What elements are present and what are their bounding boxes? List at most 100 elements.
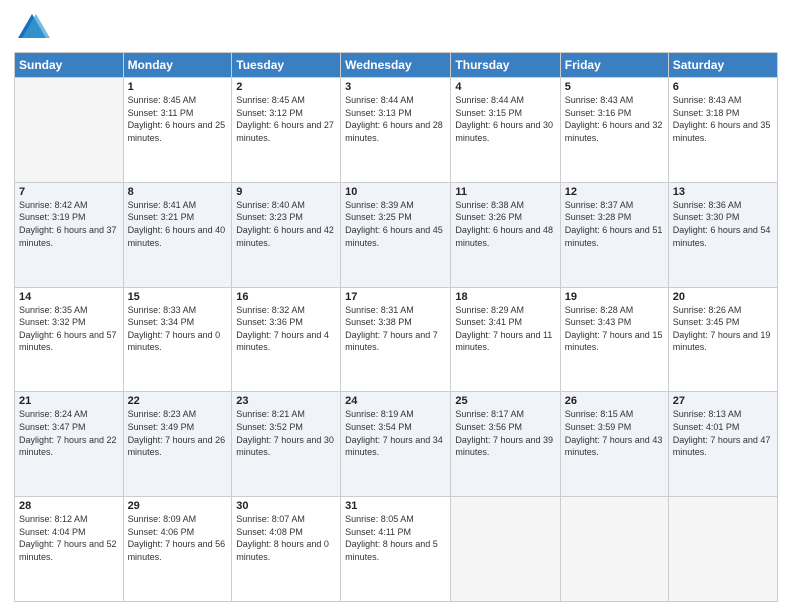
calendar-cell: 20Sunrise: 8:26 AM Sunset: 3:45 PM Dayli…: [668, 287, 777, 392]
day-number: 12: [565, 186, 664, 198]
weekday-header-thursday: Thursday: [451, 53, 560, 78]
calendar-cell: 7Sunrise: 8:42 AM Sunset: 3:19 PM Daylig…: [15, 182, 124, 287]
calendar-cell: 15Sunrise: 8:33 AM Sunset: 3:34 PM Dayli…: [123, 287, 232, 392]
day-info: Sunrise: 8:15 AM Sunset: 3:59 PM Dayligh…: [565, 408, 664, 458]
calendar-table: SundayMondayTuesdayWednesdayThursdayFrid…: [14, 52, 778, 602]
calendar-cell: 31Sunrise: 8:05 AM Sunset: 4:11 PM Dayli…: [341, 497, 451, 602]
day-number: 7: [19, 186, 119, 198]
day-number: 8: [128, 186, 228, 198]
calendar-cell: 29Sunrise: 8:09 AM Sunset: 4:06 PM Dayli…: [123, 497, 232, 602]
day-number: 11: [455, 186, 555, 198]
day-number: 21: [19, 395, 119, 407]
calendar-cell: 8Sunrise: 8:41 AM Sunset: 3:21 PM Daylig…: [123, 182, 232, 287]
day-number: 5: [565, 81, 664, 93]
calendar-cell: 12Sunrise: 8:37 AM Sunset: 3:28 PM Dayli…: [560, 182, 668, 287]
day-info: Sunrise: 8:38 AM Sunset: 3:26 PM Dayligh…: [455, 199, 555, 249]
calendar-week-row: 21Sunrise: 8:24 AM Sunset: 3:47 PM Dayli…: [15, 392, 778, 497]
weekday-header-tuesday: Tuesday: [232, 53, 341, 78]
logo: [14, 10, 54, 46]
day-number: 27: [673, 395, 773, 407]
day-info: Sunrise: 8:32 AM Sunset: 3:36 PM Dayligh…: [236, 304, 336, 354]
calendar-cell: 27Sunrise: 8:13 AM Sunset: 4:01 PM Dayli…: [668, 392, 777, 497]
calendar-cell: 25Sunrise: 8:17 AM Sunset: 3:56 PM Dayli…: [451, 392, 560, 497]
day-number: 3: [345, 81, 446, 93]
calendar-week-row: 28Sunrise: 8:12 AM Sunset: 4:04 PM Dayli…: [15, 497, 778, 602]
calendar-cell: 6Sunrise: 8:43 AM Sunset: 3:18 PM Daylig…: [668, 78, 777, 183]
calendar-cell: 24Sunrise: 8:19 AM Sunset: 3:54 PM Dayli…: [341, 392, 451, 497]
day-info: Sunrise: 8:37 AM Sunset: 3:28 PM Dayligh…: [565, 199, 664, 249]
day-info: Sunrise: 8:23 AM Sunset: 3:49 PM Dayligh…: [128, 408, 228, 458]
weekday-header-saturday: Saturday: [668, 53, 777, 78]
day-info: Sunrise: 8:31 AM Sunset: 3:38 PM Dayligh…: [345, 304, 446, 354]
day-number: 15: [128, 291, 228, 303]
day-number: 18: [455, 291, 555, 303]
day-info: Sunrise: 8:19 AM Sunset: 3:54 PM Dayligh…: [345, 408, 446, 458]
day-number: 22: [128, 395, 228, 407]
day-number: 10: [345, 186, 446, 198]
day-number: 28: [19, 500, 119, 512]
calendar-cell: 10Sunrise: 8:39 AM Sunset: 3:25 PM Dayli…: [341, 182, 451, 287]
calendar-cell: 14Sunrise: 8:35 AM Sunset: 3:32 PM Dayli…: [15, 287, 124, 392]
calendar-cell: 19Sunrise: 8:28 AM Sunset: 3:43 PM Dayli…: [560, 287, 668, 392]
calendar-cell: 4Sunrise: 8:44 AM Sunset: 3:15 PM Daylig…: [451, 78, 560, 183]
day-number: 2: [236, 81, 336, 93]
day-info: Sunrise: 8:09 AM Sunset: 4:06 PM Dayligh…: [128, 513, 228, 563]
calendar-week-row: 1Sunrise: 8:45 AM Sunset: 3:11 PM Daylig…: [15, 78, 778, 183]
day-number: 31: [345, 500, 446, 512]
calendar-cell: [560, 497, 668, 602]
day-info: Sunrise: 8:44 AM Sunset: 3:13 PM Dayligh…: [345, 94, 446, 144]
calendar-cell: 11Sunrise: 8:38 AM Sunset: 3:26 PM Dayli…: [451, 182, 560, 287]
day-info: Sunrise: 8:12 AM Sunset: 4:04 PM Dayligh…: [19, 513, 119, 563]
day-info: Sunrise: 8:43 AM Sunset: 3:16 PM Dayligh…: [565, 94, 664, 144]
day-info: Sunrise: 8:24 AM Sunset: 3:47 PM Dayligh…: [19, 408, 119, 458]
day-number: 9: [236, 186, 336, 198]
calendar-cell: 13Sunrise: 8:36 AM Sunset: 3:30 PM Dayli…: [668, 182, 777, 287]
calendar-cell: 18Sunrise: 8:29 AM Sunset: 3:41 PM Dayli…: [451, 287, 560, 392]
day-number: 14: [19, 291, 119, 303]
day-info: Sunrise: 8:40 AM Sunset: 3:23 PM Dayligh…: [236, 199, 336, 249]
day-info: Sunrise: 8:43 AM Sunset: 3:18 PM Dayligh…: [673, 94, 773, 144]
calendar-cell: [668, 497, 777, 602]
day-number: 30: [236, 500, 336, 512]
weekday-header-monday: Monday: [123, 53, 232, 78]
day-info: Sunrise: 8:28 AM Sunset: 3:43 PM Dayligh…: [565, 304, 664, 354]
calendar-cell: 5Sunrise: 8:43 AM Sunset: 3:16 PM Daylig…: [560, 78, 668, 183]
calendar-cell: [451, 497, 560, 602]
calendar-cell: 17Sunrise: 8:31 AM Sunset: 3:38 PM Dayli…: [341, 287, 451, 392]
weekday-header-friday: Friday: [560, 53, 668, 78]
day-number: 26: [565, 395, 664, 407]
day-info: Sunrise: 8:33 AM Sunset: 3:34 PM Dayligh…: [128, 304, 228, 354]
calendar-week-row: 7Sunrise: 8:42 AM Sunset: 3:19 PM Daylig…: [15, 182, 778, 287]
day-number: 25: [455, 395, 555, 407]
day-info: Sunrise: 8:17 AM Sunset: 3:56 PM Dayligh…: [455, 408, 555, 458]
calendar-cell: 2Sunrise: 8:45 AM Sunset: 3:12 PM Daylig…: [232, 78, 341, 183]
day-info: Sunrise: 8:26 AM Sunset: 3:45 PM Dayligh…: [673, 304, 773, 354]
calendar-cell: 23Sunrise: 8:21 AM Sunset: 3:52 PM Dayli…: [232, 392, 341, 497]
calendar-cell: 3Sunrise: 8:44 AM Sunset: 3:13 PM Daylig…: [341, 78, 451, 183]
day-info: Sunrise: 8:21 AM Sunset: 3:52 PM Dayligh…: [236, 408, 336, 458]
day-info: Sunrise: 8:36 AM Sunset: 3:30 PM Dayligh…: [673, 199, 773, 249]
weekday-header-sunday: Sunday: [15, 53, 124, 78]
calendar-cell: 28Sunrise: 8:12 AM Sunset: 4:04 PM Dayli…: [15, 497, 124, 602]
day-info: Sunrise: 8:07 AM Sunset: 4:08 PM Dayligh…: [236, 513, 336, 563]
logo-icon: [14, 10, 50, 46]
day-number: 23: [236, 395, 336, 407]
day-info: Sunrise: 8:13 AM Sunset: 4:01 PM Dayligh…: [673, 408, 773, 458]
calendar-cell: 1Sunrise: 8:45 AM Sunset: 3:11 PM Daylig…: [123, 78, 232, 183]
calendar-week-row: 14Sunrise: 8:35 AM Sunset: 3:32 PM Dayli…: [15, 287, 778, 392]
day-number: 4: [455, 81, 555, 93]
calendar-cell: [15, 78, 124, 183]
day-info: Sunrise: 8:41 AM Sunset: 3:21 PM Dayligh…: [128, 199, 228, 249]
calendar-cell: 30Sunrise: 8:07 AM Sunset: 4:08 PM Dayli…: [232, 497, 341, 602]
day-info: Sunrise: 8:45 AM Sunset: 3:12 PM Dayligh…: [236, 94, 336, 144]
day-number: 16: [236, 291, 336, 303]
day-info: Sunrise: 8:42 AM Sunset: 3:19 PM Dayligh…: [19, 199, 119, 249]
calendar-cell: 21Sunrise: 8:24 AM Sunset: 3:47 PM Dayli…: [15, 392, 124, 497]
day-number: 6: [673, 81, 773, 93]
weekday-header-row: SundayMondayTuesdayWednesdayThursdayFrid…: [15, 53, 778, 78]
weekday-header-wednesday: Wednesday: [341, 53, 451, 78]
day-info: Sunrise: 8:44 AM Sunset: 3:15 PM Dayligh…: [455, 94, 555, 144]
day-number: 20: [673, 291, 773, 303]
day-info: Sunrise: 8:35 AM Sunset: 3:32 PM Dayligh…: [19, 304, 119, 354]
day-number: 19: [565, 291, 664, 303]
